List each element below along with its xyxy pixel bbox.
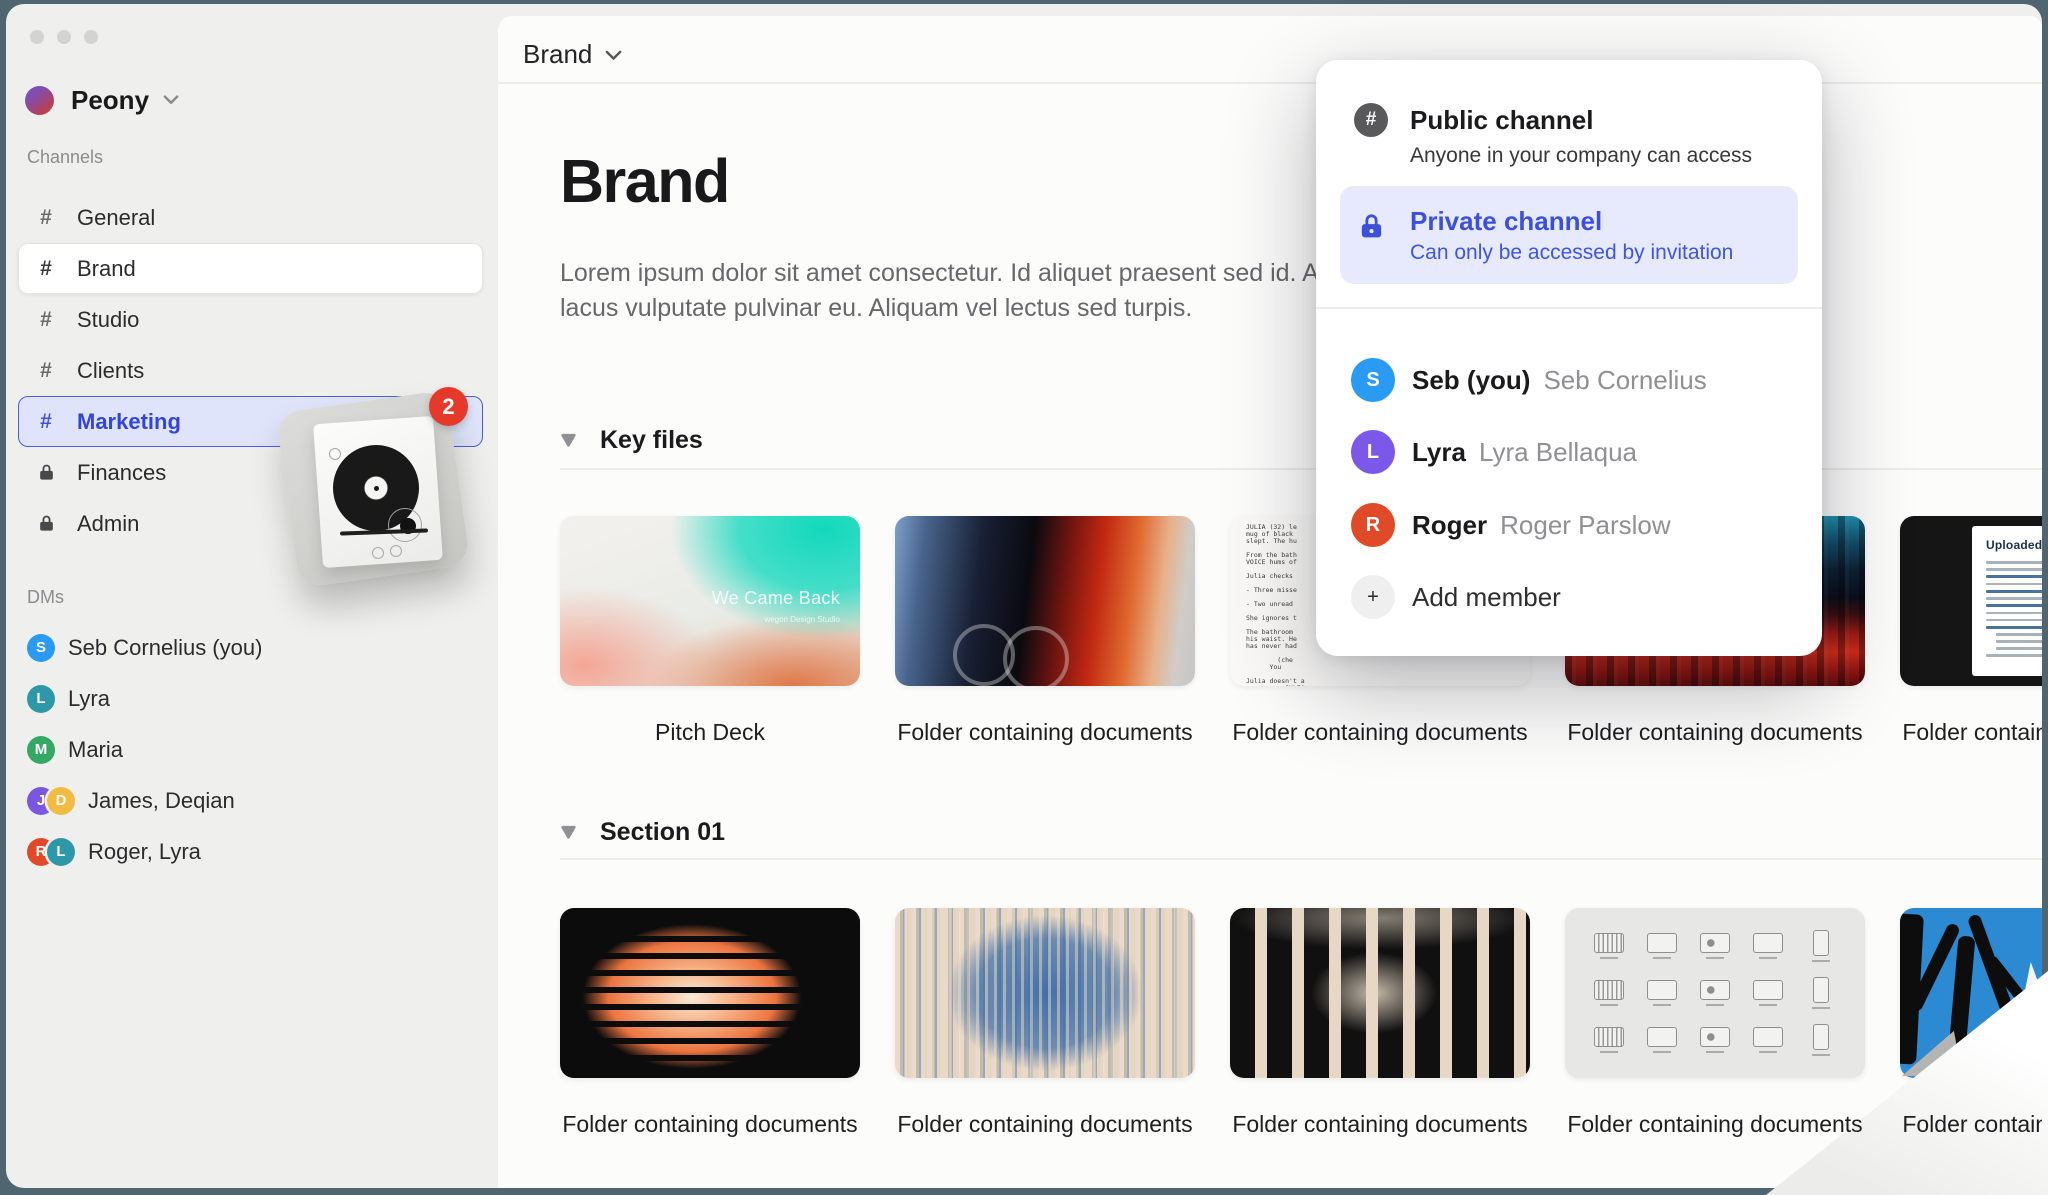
- member-row-roger[interactable]: R Roger Roger Parslow: [1316, 495, 1822, 555]
- folder-card[interactable]: Uploaded Agreem: [1900, 516, 2042, 686]
- folder-card[interactable]: [1230, 908, 1530, 1078]
- add-member-button[interactable]: Add member: [1316, 567, 1822, 627]
- folder-card[interactable]: [1565, 908, 1865, 1078]
- ring-graphic: [1003, 626, 1069, 686]
- private-channel-title: Private channel: [1410, 206, 1602, 237]
- public-channel-title: Public channel: [1410, 105, 1594, 136]
- file-card-pitch-deck[interactable]: We Came Back wegon Design Studio: [560, 516, 860, 686]
- hash-icon: #: [34, 257, 58, 281]
- sidebar-item-marketing[interactable]: # Marketing: [18, 396, 483, 447]
- folder-card[interactable]: [560, 908, 860, 1078]
- window-controls: [30, 30, 98, 44]
- card-art-subtitle: wegon Design Studio: [712, 615, 840, 624]
- card-label: Folder containing documents: [1230, 1111, 1530, 1138]
- private-channel-subtitle: Can only be accessed by invitation: [1410, 241, 1733, 265]
- card-label: Folder containing documents: [1565, 1111, 1865, 1138]
- section-header-section-01[interactable]: Section 01: [560, 816, 725, 848]
- hash-icon: [1354, 103, 1388, 137]
- document-text-lines: [1986, 561, 2042, 657]
- breadcrumb[interactable]: Brand: [523, 38, 622, 70]
- chevron-down-icon: [605, 50, 622, 61]
- folder-card[interactable]: [895, 908, 1195, 1078]
- collapse-triangle-icon: [560, 433, 577, 447]
- folder-card[interactable]: [895, 516, 1195, 686]
- document-preview: Uploaded Agreem: [1972, 526, 2042, 676]
- dm-item-maria[interactable]: M Maria: [18, 724, 483, 775]
- lock-icon: [34, 463, 58, 482]
- sidebar-item-clients[interactable]: # Clients: [18, 345, 483, 396]
- card-label: Folder containing documents: [895, 719, 1195, 746]
- avatar: R: [1351, 503, 1395, 547]
- card-label: Folder containing documents: [1900, 1111, 2042, 1138]
- breadcrumb-label: Brand: [523, 39, 592, 70]
- collapse-triangle-icon: [560, 825, 577, 839]
- channel-visibility-popup: Public channel Anyone in your company ca…: [1316, 60, 1822, 656]
- minimize-window-button[interactable]: [57, 30, 71, 44]
- document-title: Uploaded Agreem: [1986, 538, 2042, 552]
- dm-list: S Seb Cornelius (you) L Lyra M Maria J D…: [6, 622, 498, 877]
- workspace-name: Peony: [71, 85, 149, 116]
- hash-icon: #: [34, 410, 58, 434]
- member-row-seb[interactable]: S Seb (you) Seb Cornelius: [1316, 350, 1822, 410]
- dm-item-lyra[interactable]: L Lyra: [18, 673, 483, 724]
- screen: Peony Channels # General # Brand # Studi…: [0, 0, 2048, 1195]
- chevron-down-icon: [163, 95, 179, 105]
- public-channel-subtitle: Anyone in your company can access: [1410, 144, 1752, 168]
- dm-item-james-deqian[interactable]: J D James, Deqian: [18, 775, 483, 826]
- close-window-button[interactable]: [30, 30, 44, 44]
- avatar: M: [27, 736, 55, 764]
- workspace-avatar: [25, 86, 54, 115]
- dm-item-seb[interactable]: S Seb Cornelius (you): [18, 622, 483, 673]
- lock-icon: [1357, 212, 1386, 241]
- card-label: Folder containing documents: [560, 1111, 860, 1138]
- card-label: Folder containing documents: [1230, 719, 1530, 746]
- card-label: Folder containing documents: [1900, 719, 2042, 746]
- channels-section-label: Channels: [27, 147, 103, 168]
- description-line: Lorem ipsum dolor sit amet consectetur. …: [560, 256, 1365, 291]
- divider: [560, 858, 2042, 860]
- hash-icon: #: [34, 206, 58, 230]
- card-art-title: We Came Back: [712, 588, 840, 609]
- plus-icon: [1351, 575, 1395, 619]
- hash-icon: #: [34, 359, 58, 383]
- card-label: Folder containing documents: [1565, 719, 1865, 746]
- avatar: L: [27, 685, 55, 713]
- unread-count-badge: 2: [429, 387, 468, 426]
- avatar: L: [47, 838, 75, 866]
- card-label: Folder containing documents: [895, 1111, 1195, 1138]
- sidebar-item-brand[interactable]: # Brand: [18, 243, 483, 294]
- hash-icon: #: [34, 308, 58, 332]
- sidebar-item-admin[interactable]: Admin: [18, 498, 483, 549]
- sidebar: Peony Channels # General # Brand # Studi…: [6, 4, 498, 1188]
- avatar: L: [1351, 430, 1395, 474]
- avatar: S: [27, 634, 55, 662]
- section-header-key-files[interactable]: Key files: [560, 424, 703, 456]
- avatar: D: [47, 787, 75, 815]
- page-description: Lorem ipsum dolor sit amet consectetur. …: [560, 256, 1365, 326]
- card-label: Pitch Deck: [560, 719, 860, 746]
- dm-item-roger-lyra[interactable]: R L Roger, Lyra: [18, 826, 483, 877]
- channel-list: # General # Brand # Studio # Clients #: [6, 192, 498, 549]
- workspace-switcher[interactable]: Peony: [6, 72, 498, 128]
- sidebar-item-finances[interactable]: Finances: [18, 447, 483, 498]
- sidebar-item-general[interactable]: # General: [18, 192, 483, 243]
- divider: [1316, 307, 1822, 309]
- page-title: Brand: [560, 146, 729, 216]
- avatar: S: [1351, 358, 1395, 402]
- member-row-lyra[interactable]: L Lyra Lyra Bellaqua: [1316, 422, 1822, 482]
- zoom-window-button[interactable]: [84, 30, 98, 44]
- dms-section-label: DMs: [27, 587, 64, 608]
- description-line: lacus vulputate pulvinar eu. Aliquam vel…: [560, 291, 1365, 326]
- sidebar-item-studio[interactable]: # Studio: [18, 294, 483, 345]
- lock-icon: [34, 514, 58, 533]
